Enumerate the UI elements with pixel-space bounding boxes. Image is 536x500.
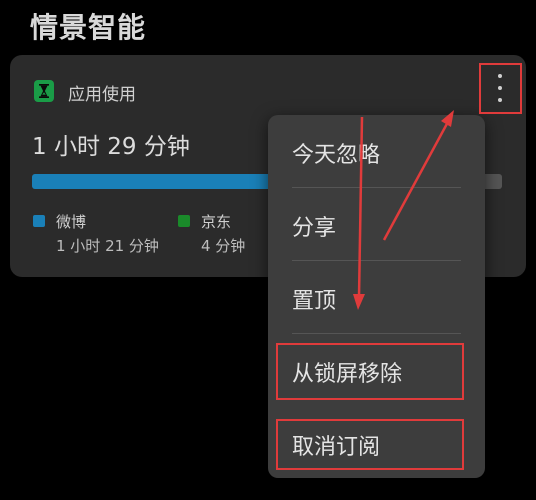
legend-app-jd: 京东 <box>201 213 232 231</box>
legend-swatch-weibo <box>33 215 45 227</box>
annotation-box-more-button <box>479 63 522 114</box>
total-usage-time: 1 小时 29 分钟 <box>32 134 190 160</box>
legend-swatch-jd <box>178 215 190 227</box>
menu-item-pin-top[interactable]: 置顶 <box>268 261 485 333</box>
menu-item-share[interactable]: 分享 <box>268 188 485 260</box>
legend-time-weibo: 1 小时 21 分钟 <box>56 237 159 255</box>
legend-time-jd: 4 分钟 <box>201 237 246 255</box>
menu-item-label: 今天忽略 <box>292 143 381 168</box>
page-title: 情景智能 <box>30 11 147 44</box>
annotation-box-unsubscribe <box>276 419 464 470</box>
menu-item-ignore-today[interactable]: 今天忽略 <box>268 115 485 187</box>
card-title: 应用使用 <box>68 85 136 105</box>
screen: 情景智能 应用使用 1 小时 29 分钟 微博 1 小时 21 分钟 京东 4 … <box>0 0 536 500</box>
legend-app-weibo: 微博 <box>56 213 87 231</box>
hourglass-icon <box>34 80 54 102</box>
annotation-box-remove-from-lockscreen <box>276 343 464 400</box>
menu-item-label: 置顶 <box>292 289 337 314</box>
menu-item-label: 分享 <box>292 216 337 241</box>
